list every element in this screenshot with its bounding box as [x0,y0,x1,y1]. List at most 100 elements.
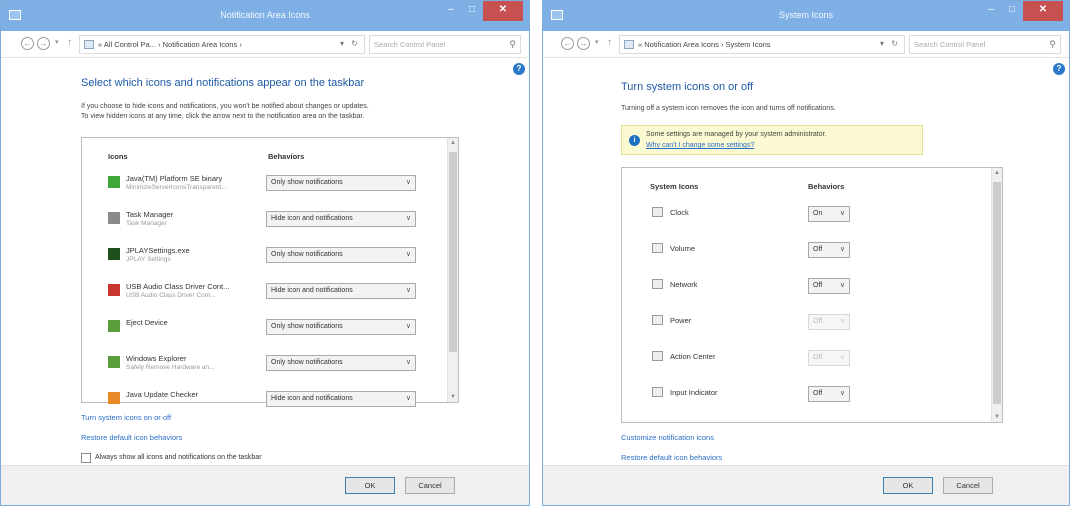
system-icon-row: Input Indicator Off ∨ [622,376,990,411]
behavior-dropdown[interactable]: Hide icon and notifications ∨ [266,211,416,227]
icons-list[interactable]: Icons Behaviors Java(TM) Platform SE bin… [81,137,459,407]
ok-button[interactable]: OK [345,477,395,494]
close-button[interactable]: ✕ [483,1,523,21]
maximize-button[interactable]: □ [1003,1,1021,21]
behavior-value: Only show notifications [271,359,343,366]
minimize-button[interactable]: – [441,1,461,21]
why-cant-change-link[interactable]: Why can't I change some settings? [646,142,754,149]
maximize-button[interactable]: □ [463,1,481,21]
chevron-down-icon: ∨ [839,246,845,253]
behavior-value: Hide icon and notifications [271,395,353,402]
forward-icon[interactable]: → [577,37,590,50]
up-icon[interactable]: ↑ [67,37,72,48]
search-placeholder: Search Control Panel [374,40,446,49]
behavior-dropdown[interactable]: Only show notifications ∨ [266,247,416,263]
help-icon[interactable]: ? [513,63,525,75]
chevron-down-icon: ∨ [839,210,845,217]
system-icons-list[interactable]: System Icons Behaviors Clock On ∨ Volume Off… [621,167,1003,423]
title-bar[interactable]: System Icons – □ ✕ [543,1,1069,31]
ok-button[interactable]: OK [883,477,933,494]
scroll-up-icon[interactable]: ▲ [448,140,458,146]
recent-pages-icon[interactable]: ▾ [595,38,599,46]
action-center-icon [652,351,663,361]
forward-icon[interactable]: → [37,37,50,50]
search-input[interactable]: Search Control Panel ⚲ [369,35,521,54]
on-off-value: Off [813,246,823,253]
dialog-footer: OK Cancel [1,465,529,505]
customize-notification-icons-link[interactable]: Customize notification icons [621,433,714,442]
address-dropdown-icon[interactable]: ▾ [880,39,884,48]
system-icon-row: Power Off ∨ [622,304,990,339]
behavior-dropdown[interactable]: Hide icon and notifications ∨ [266,391,416,407]
scroll-down-icon[interactable]: ▼ [992,414,1002,420]
description-line-1: If you choose to hide icons and notifica… [81,103,369,110]
always-show-checkbox[interactable] [81,453,91,463]
behavior-dropdown[interactable]: Only show notifications ∨ [266,319,416,335]
on-off-dropdown[interactable]: Off ∨ [808,278,850,294]
page-heading: Turn system icons on or off [621,81,754,93]
address-field[interactable]: « Notification Area Icons › System Icons… [619,35,905,54]
on-off-value: Off [813,354,823,361]
java-icon [108,176,120,188]
scrollbar-thumb[interactable] [449,152,457,352]
title-bar[interactable]: Notification Area Icons – □ ✕ [1,1,529,31]
notice-text: Some settings are managed by your system… [646,131,827,138]
refresh-icon[interactable]: ↻ [351,39,358,48]
scrollbar-thumb[interactable] [993,182,1001,404]
column-header-behaviors: Behaviors [268,152,305,161]
help-icon[interactable]: ? [1053,63,1065,75]
cancel-button[interactable]: Cancel [943,477,993,494]
search-icon[interactable]: ⚲ [1049,39,1056,50]
address-field[interactable]: « All Control Pa... › Notification Area … [79,35,365,54]
close-button[interactable]: ✕ [1023,1,1063,21]
restore-default-link[interactable]: Restore default icon behaviors [621,453,722,462]
folder-icon [624,40,634,49]
on-off-dropdown[interactable]: On ∨ [808,206,850,222]
page-description: Turning off a system icon removes the ic… [621,105,836,112]
chevron-down-icon: ∨ [405,323,411,330]
chevron-down-icon: ∨ [405,395,411,402]
power-icon [652,315,663,325]
search-icon[interactable]: ⚲ [509,39,516,50]
chevron-down-icon: ∨ [405,287,411,294]
icon-name: Java Update Checker [126,390,199,399]
icon-name: USB Audio Class Driver Cont... [126,282,230,291]
icon-row: Eject Device Only show notifications ∨ [82,314,446,344]
recent-pages-icon[interactable]: ▾ [55,38,59,46]
behavior-dropdown[interactable]: Only show notifications ∨ [266,175,416,191]
on-off-dropdown[interactable]: Off ∨ [808,386,850,402]
breadcrumb[interactable]: « Notification Area Icons › System Icons [638,40,771,49]
scroll-up-icon[interactable]: ▲ [992,170,1002,176]
address-bar-row: ← → ▾ ↑ « Notification Area Icons › Syst… [543,31,1069,58]
scroll-down-icon[interactable]: ▼ [448,394,458,400]
behavior-dropdown[interactable]: Only show notifications ∨ [266,355,416,371]
chevron-down-icon: ∨ [839,354,845,361]
system-icon-row: Volume Off ∨ [622,232,990,267]
address-bar-row: ← → ▾ ↑ « All Control Pa... › Notificati… [1,31,529,58]
on-off-value: Off [813,282,823,289]
list-scrollbar[interactable]: ▲ ▼ [447,138,458,402]
turn-system-icons-link[interactable]: Turn system icons on or off [81,413,171,422]
back-icon[interactable]: ← [21,37,34,50]
list-scrollbar[interactable]: ▲ ▼ [991,168,1002,422]
restore-default-link[interactable]: Restore default icon behaviors [81,433,182,442]
clock-icon [652,207,663,217]
minimize-button[interactable]: – [981,1,1001,21]
icon-name: JPLAYSettings.exe [126,246,190,255]
column-header-system-icons: System Icons [650,182,699,191]
icon-subtitle: Task Manager [126,220,167,227]
chevron-down-icon: ∨ [405,179,411,186]
address-dropdown-icon[interactable]: ▾ [340,39,344,48]
on-off-dropdown[interactable]: Off ∨ [808,242,850,258]
always-show-label[interactable]: Always show all icons and notifications … [95,453,262,463]
behavior-value: Hide icon and notifications [271,215,353,222]
search-input[interactable]: Search Control Panel ⚲ [909,35,1061,54]
refresh-icon[interactable]: ↻ [891,39,898,48]
up-icon[interactable]: ↑ [607,37,612,48]
behavior-dropdown[interactable]: Hide icon and notifications ∨ [266,283,416,299]
back-icon[interactable]: ← [561,37,574,50]
cancel-button[interactable]: Cancel [405,477,455,494]
breadcrumb[interactable]: « All Control Pa... › Notification Area … [98,40,242,49]
column-header-behaviors: Behaviors [808,182,845,191]
system-icon-row: Clock On ∨ [622,196,990,231]
